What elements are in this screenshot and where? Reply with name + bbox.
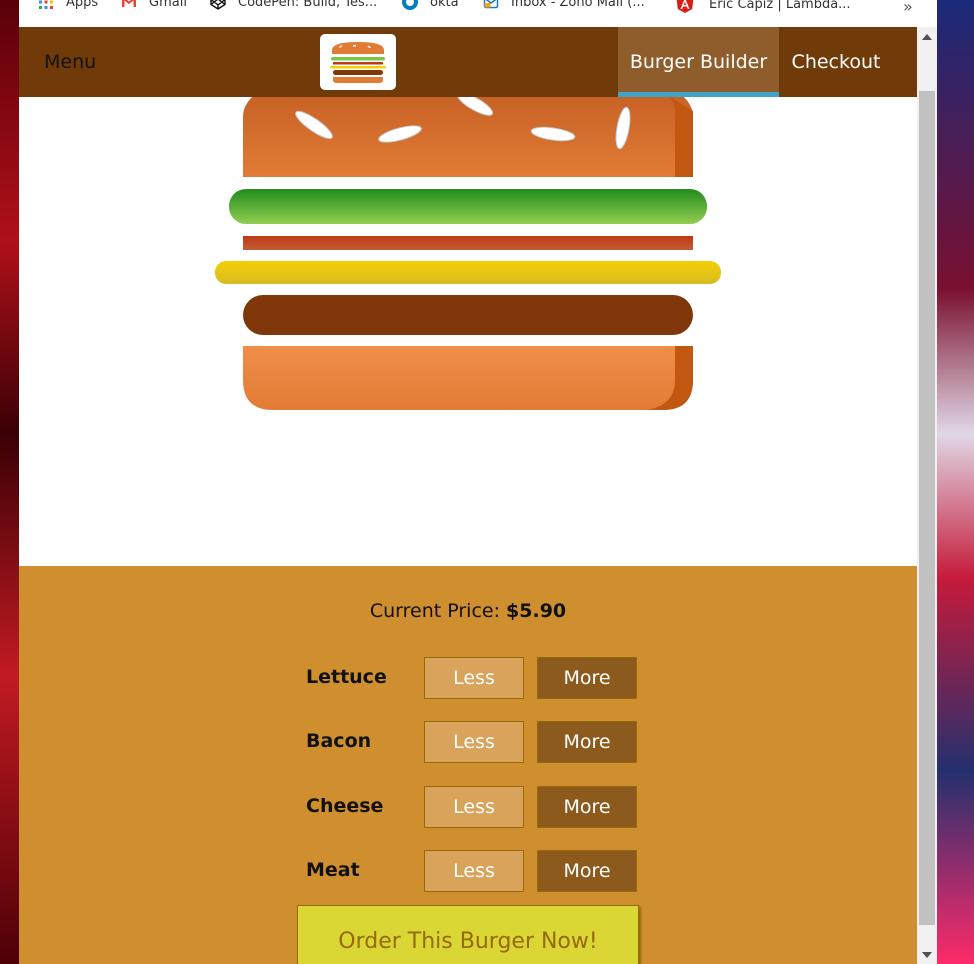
- price-label: Current Price:: [369, 600, 500, 622]
- scroll-down-arrow-icon[interactable]: [922, 952, 932, 958]
- bacon-layer: [243, 236, 693, 250]
- ingredient-label: Lettuce: [306, 666, 387, 688]
- bookmarks-more-button[interactable]: »: [903, 0, 913, 16]
- lettuce-layer: [229, 189, 707, 224]
- bookmark-codepen[interactable]: CodePen: Build, Tes...: [210, 0, 377, 10]
- scroll-up-arrow-icon[interactable]: [922, 34, 932, 40]
- control-row-cheese: Cheese Less More: [306, 786, 637, 828]
- bookmark-label: Eric Capiz | Lambda...: [709, 0, 851, 12]
- burger-preview: [19, 62, 917, 566]
- cheese-layer: [215, 261, 721, 284]
- bookmarks-bar: Apps Gmail CodePen: Build, Tes... okta I…: [19, 0, 937, 27]
- more-cheese-button[interactable]: More: [537, 786, 637, 828]
- scrollbar[interactable]: [917, 27, 937, 964]
- bookmark-label: CodePen: Build, Tes...: [238, 0, 378, 10]
- codepen-icon: [210, 0, 226, 10]
- less-bacon-button[interactable]: Less: [424, 721, 524, 763]
- angular-icon: [676, 0, 694, 13]
- current-price: Current Price: $5.90: [19, 600, 917, 622]
- ingredient-label: Cheese: [306, 795, 384, 817]
- order-button[interactable]: Order This Burger Now!: [297, 905, 639, 964]
- desktop-background-left: [0, 0, 19, 964]
- ingredient-label: Bacon: [306, 730, 372, 752]
- nav-checkout[interactable]: Checkout: [779, 27, 893, 97]
- toolbar: Menu Burger Builder Checkout: [19, 27, 917, 97]
- logo[interactable]: [320, 34, 396, 90]
- control-row-lettuce: Lettuce Less More: [306, 657, 637, 699]
- more-meat-button[interactable]: More: [537, 850, 637, 892]
- bookmark-okta[interactable]: okta: [402, 0, 459, 10]
- bookmark-label: Gmail: [149, 0, 187, 10]
- less-cheese-button[interactable]: Less: [424, 786, 524, 828]
- bookmark-label: Apps: [66, 0, 99, 10]
- apps-grid-icon: [39, 0, 53, 9]
- nav-burger-builder[interactable]: Burger Builder: [618, 27, 779, 97]
- less-lettuce-button[interactable]: Less: [424, 657, 524, 699]
- okta-icon: [402, 0, 418, 10]
- bookmark-label: Inbox - Zoho Mail (...: [511, 0, 645, 10]
- more-bacon-button[interactable]: More: [537, 721, 637, 763]
- control-row-meat: Meat Less More: [306, 850, 637, 892]
- bookmark-label: okta: [430, 0, 459, 10]
- bookmark-gmail[interactable]: Gmail: [121, 0, 187, 10]
- price-value: $5.90: [506, 600, 567, 622]
- bread-bottom: [243, 346, 693, 410]
- app-window: Menu Burger Builder Checkout Current Pri…: [19, 27, 917, 964]
- desktop-background-right: [937, 0, 974, 964]
- bookmark-zoho[interactable]: Inbox - Zoho Mail (...: [483, 0, 645, 10]
- scrollbar-thumb[interactable]: [919, 91, 935, 925]
- meat-layer: [243, 295, 693, 335]
- more-lettuce-button[interactable]: More: [537, 657, 637, 699]
- menu-toggle[interactable]: Menu: [44, 51, 96, 73]
- less-meat-button[interactable]: Less: [424, 850, 524, 892]
- burger-logo-icon: [330, 42, 386, 83]
- bookmark-apps[interactable]: Apps: [38, 0, 98, 10]
- bookmark-eric-capiz[interactable]: Eric Capiz | Lambda...: [675, 0, 851, 14]
- burger-illustration: [215, 62, 721, 410]
- zoho-mail-icon: [483, 0, 499, 9]
- bread-top: [243, 62, 693, 177]
- ingredient-label: Meat: [306, 859, 360, 881]
- control-row-bacon: Bacon Less More: [306, 721, 637, 763]
- build-controls: Current Price: $5.90 Lettuce Less More B…: [19, 566, 917, 964]
- gmail-icon: [122, 0, 136, 7]
